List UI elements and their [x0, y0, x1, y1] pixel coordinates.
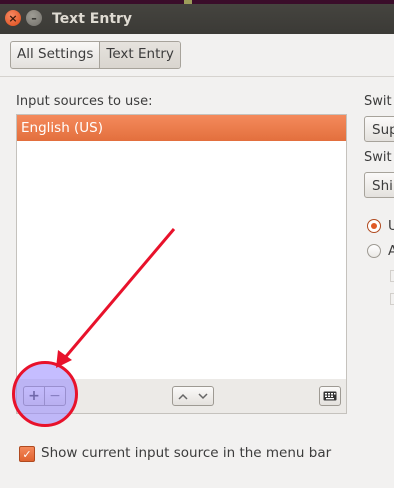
breadcrumb: All Settings Text Entry: [10, 41, 181, 69]
show-source-label: Show current input source in the menu ba…: [41, 445, 332, 461]
show-source-checkbox[interactable]: ✓: [19, 446, 35, 462]
title-bar: × – Text Entry: [0, 4, 394, 34]
minimize-icon: –: [31, 11, 37, 25]
switch-shortcut-combo-2[interactable]: Shi: [364, 172, 394, 198]
keyboard-icon: [323, 391, 337, 401]
move-down-button[interactable]: [193, 386, 214, 406]
close-icon: ×: [8, 11, 18, 25]
breadcrumb-text-entry[interactable]: Text Entry: [99, 42, 180, 68]
close-button[interactable]: ×: [5, 10, 21, 26]
chevron-down-icon: [198, 392, 208, 399]
breadcrumb-all-settings[interactable]: All Settings: [11, 42, 99, 68]
disabled-checkbox-1: [390, 270, 394, 282]
switch-label-1: Swit: [364, 94, 392, 109]
switch-label-2: Swit: [364, 150, 392, 165]
header-toolbar: All Settings Text Entry: [0, 34, 394, 77]
input-sources-label: Input sources to use:: [16, 94, 153, 109]
window-title: Text Entry: [52, 11, 133, 27]
radio-option-2[interactable]: [367, 244, 381, 258]
disabled-checkbox-2: [390, 293, 394, 305]
annotation-highlight-circle: [12, 361, 78, 427]
move-up-button[interactable]: [172, 386, 194, 406]
list-item[interactable]: English (US): [17, 115, 346, 141]
chevron-up-icon: [178, 393, 188, 400]
minimize-button[interactable]: –: [26, 10, 42, 26]
switch-shortcut-combo-1[interactable]: Sup: [364, 116, 394, 142]
keyboard-layout-button[interactable]: [319, 386, 341, 406]
input-sources-list[interactable]: English (US): [16, 114, 347, 380]
radio-option-2-label: A: [388, 243, 394, 259]
radio-option-1-label: U: [388, 218, 394, 234]
radio-option-1[interactable]: [367, 219, 381, 233]
